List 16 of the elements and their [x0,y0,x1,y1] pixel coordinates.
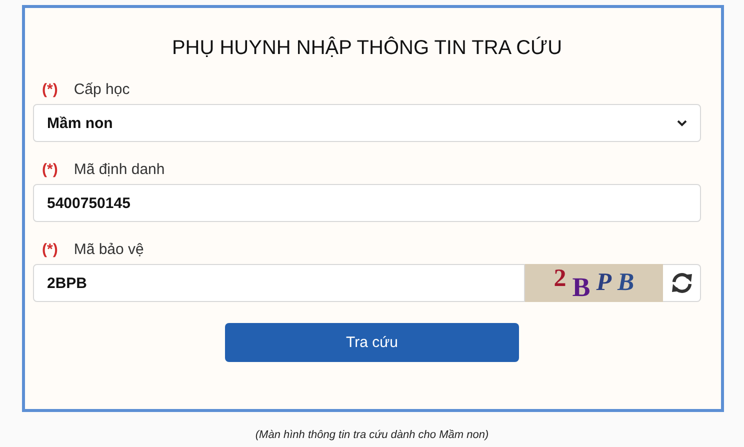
refresh-button[interactable] [663,264,701,302]
figure-caption: (Màn hình thông tin tra cứu dành cho Mầm non) [254,429,490,441]
field-label: Cấp học [74,80,130,98]
input-field[interactable]: 5400750145 [33,184,701,222]
input-field[interactable]: 2BPB [33,264,525,302]
captcha-image: 2 B P B [525,264,663,302]
dropdown-field[interactable]: Mầm non [33,104,701,142]
required-mark: (*) [42,240,58,258]
required-mark: (*) [42,80,58,98]
field-label: Mã định danh [74,160,165,178]
search-button[interactable]: Tra cứu [225,323,519,362]
field-label: Mã bảo vệ [74,240,144,258]
chevron-icon [677,120,687,126]
refresh-icon [670,272,694,294]
form-title: PHỤ HUYNH NHẬP THÔNG TIN TRA CỨU [170,36,564,61]
required-mark: (*) [42,160,58,178]
